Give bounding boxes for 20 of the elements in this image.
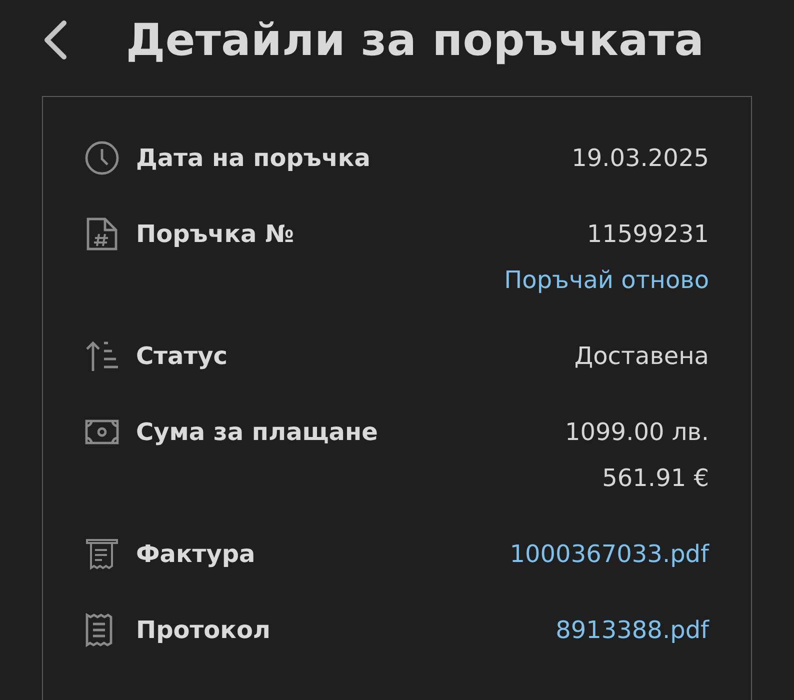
detail-label: Поръчка №: [136, 219, 295, 250]
detail-value: 19.03.2025: [572, 143, 709, 174]
detail-label: Фактура: [136, 539, 256, 570]
link[interactable]: Поръчай отново: [504, 257, 709, 303]
detail-value: Доставена: [574, 341, 709, 372]
receipt-printer-icon: [85, 537, 119, 571]
detail-value: 1099.00 лв.: [565, 417, 709, 448]
detail-value: 561.91 €: [602, 463, 709, 494]
detail-label: Статус: [136, 341, 228, 372]
link[interactable]: 8913388.pdf: [556, 607, 709, 653]
link[interactable]: 1000367033.pdf: [510, 531, 709, 577]
detail-label: Протокол: [136, 615, 272, 646]
document-hash-icon: [85, 217, 119, 251]
sort-ascending-icon: [85, 339, 119, 373]
receipt-icon: [85, 613, 113, 647]
detail-label: Дата на поръчка: [136, 143, 372, 174]
detail-value: 11599231: [586, 219, 709, 250]
page-title: Детайли за поръчката: [126, 14, 704, 66]
clock-icon: [85, 141, 119, 175]
detail-label: Сума за плащане: [136, 417, 379, 448]
